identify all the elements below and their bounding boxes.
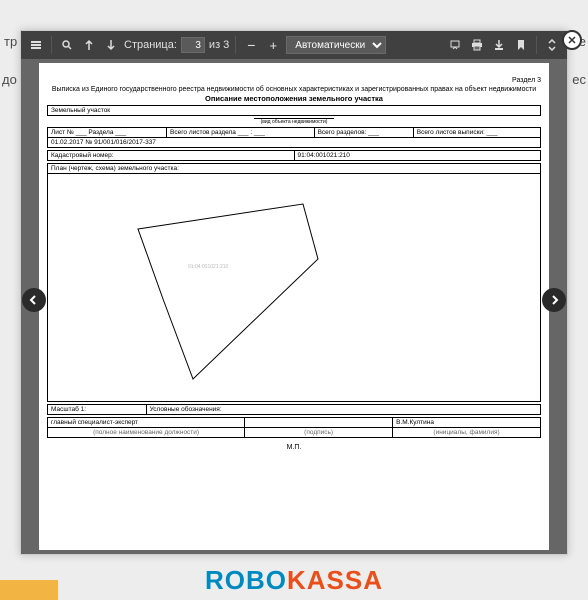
zoom-out-icon[interactable]: −	[242, 36, 260, 54]
sidebar-toggle-icon[interactable]	[27, 36, 45, 54]
sheet-cell: Всего листов раздела ___ : ___	[167, 128, 315, 138]
download-icon[interactable]	[490, 36, 508, 54]
plan-header: План (чертеж, схема) земельного участка:	[48, 164, 541, 174]
cadastral-value: 91:04:001021:210	[294, 151, 541, 161]
legend-label: Условные обозначения:	[146, 405, 540, 415]
object-type-table: Земельный участок	[47, 105, 541, 116]
pdf-viewer-modal: Страница: из 3 − + Автоматически Раздел …	[20, 30, 568, 555]
search-icon[interactable]	[58, 36, 76, 54]
object-type-caption: (вид объекта недвижимости)	[254, 118, 334, 125]
chevron-right-icon	[549, 295, 559, 305]
sig-caption: (подпись)	[245, 428, 393, 438]
cadastral-label: Кадастровый номер:	[48, 151, 295, 161]
zoom-in-icon[interactable]: +	[264, 36, 282, 54]
logo-part-2: KASSA	[287, 565, 383, 595]
object-type-cell: Земельный участок	[48, 106, 541, 116]
separator	[51, 36, 52, 54]
sheet-info-table: Лист № ___ Раздела ___ Всего листов разд…	[47, 127, 541, 148]
tools-icon[interactable]	[543, 36, 561, 54]
page-number-input[interactable]	[181, 37, 205, 53]
plan-drawing-cell: 91:04:001021:210	[48, 174, 541, 402]
robokassa-logo: ROBOKASSA	[0, 565, 588, 596]
doc-title-line2: Описание местоположения земельного участ…	[47, 94, 541, 103]
pdf-toolbar: Страница: из 3 − + Автоматически	[21, 31, 567, 59]
zoom-select[interactable]: Автоматически	[286, 36, 386, 54]
print-icon[interactable]	[468, 36, 486, 54]
sheet-cell: Лист № ___ Раздела ___	[48, 128, 167, 138]
pdf-viewport[interactable]: Раздел 3 Выписка из Единого государствен…	[21, 59, 567, 554]
decorative-block	[0, 580, 58, 600]
background-text: до	[2, 72, 17, 87]
sig-caption: (инициалы, фамилия)	[393, 428, 541, 438]
cadastral-table: Кадастровый номер: 91:04:001021:210	[47, 150, 541, 161]
background-text: тр	[4, 34, 17, 49]
date-number-cell: 01.02.2017 № 91/001/016/2017-337	[48, 138, 541, 148]
section-number: Раздел 3	[47, 77, 541, 84]
scale-label: Масштаб 1:	[48, 405, 147, 415]
separator	[536, 36, 537, 54]
signer-name: В.М.Култина	[393, 418, 541, 428]
doc-title-line1: Выписка из Единого государственного реес…	[47, 86, 541, 93]
chevron-left-icon	[29, 295, 39, 305]
signature-space	[245, 418, 393, 428]
signer-role: главный специалист-эксперт	[48, 418, 245, 428]
logo-part-1: ROBO	[205, 565, 287, 595]
prev-image-button[interactable]	[22, 288, 46, 312]
scale-table: Масштаб 1: Условные обозначения:	[47, 404, 541, 415]
stamp-label: М.П.	[47, 444, 541, 451]
plan-inner-code: 91:04:001021:210	[188, 264, 228, 270]
plan-table: План (чертеж, схема) земельного участка:…	[47, 163, 541, 402]
close-modal-button[interactable]: ✕	[562, 30, 582, 50]
page-label: Страница:	[124, 39, 177, 51]
bookmark-icon[interactable]	[512, 36, 530, 54]
prev-page-icon[interactable]	[80, 36, 98, 54]
pdf-page: Раздел 3 Выписка из Единого государствен…	[39, 63, 549, 550]
next-page-icon[interactable]	[102, 36, 120, 54]
sheet-cell: Всего листов выписки: ___	[413, 128, 540, 138]
sheet-cell: Всего разделов: ___	[314, 128, 413, 138]
page-total: из 3	[209, 39, 229, 51]
sig-caption: (полное наименование должности)	[48, 428, 245, 438]
signature-table: главный специалист-эксперт В.М.Култина (…	[47, 417, 541, 438]
background-text: ес	[572, 72, 586, 87]
presentation-icon[interactable]	[446, 36, 464, 54]
next-image-button[interactable]	[542, 288, 566, 312]
separator	[235, 36, 236, 54]
parcel-polygon-icon	[88, 184, 338, 384]
